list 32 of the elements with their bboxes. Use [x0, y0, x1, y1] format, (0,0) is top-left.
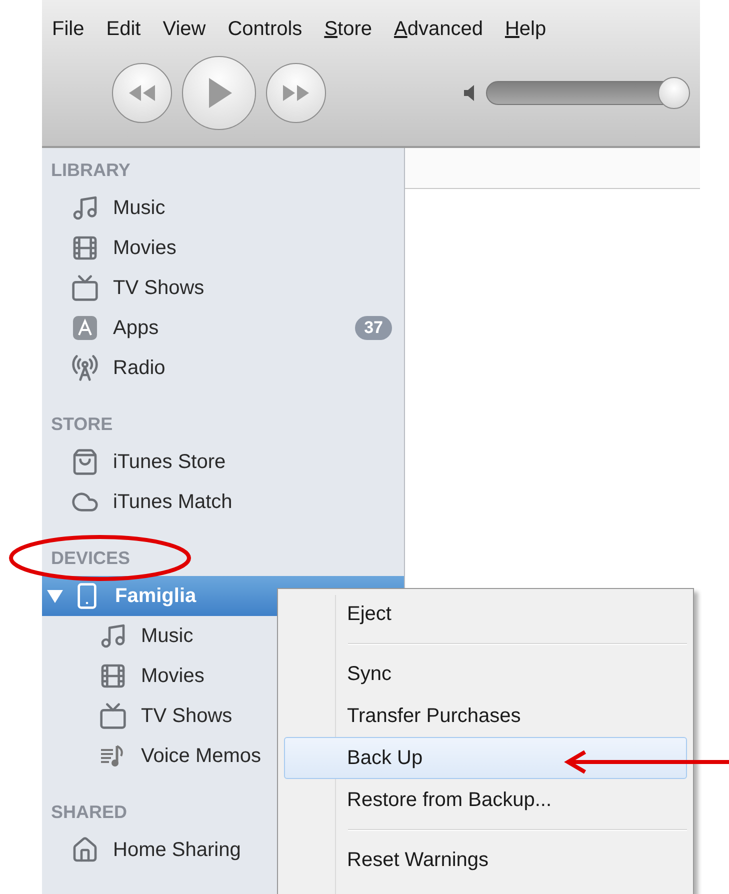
section-heading: DEVICES — [50, 547, 130, 570]
menu-item[interactable]: Store — [324, 18, 372, 40]
app-icon — [70, 314, 100, 342]
sidebar-item[interactable]: TV Shows — [42, 268, 404, 308]
menu-item[interactable]: Controls — [228, 18, 302, 40]
context-menu-item[interactable]: Reset Warnings — [284, 839, 687, 881]
tv-icon — [70, 274, 100, 302]
menu-item[interactable]: Edit — [106, 18, 141, 40]
sidebar-item[interactable]: Movies — [42, 228, 404, 268]
sidebar-item[interactable]: Apps 37 — [42, 308, 404, 348]
sidebar-item[interactable]: Music — [42, 188, 404, 228]
expander-triangle-icon[interactable] — [46, 588, 64, 604]
context-menu-item[interactable]: Restore from Backup... — [284, 779, 687, 821]
rewind-icon — [127, 84, 157, 102]
volume-thumb[interactable] — [658, 77, 690, 109]
context-menu-item[interactable]: Sync — [284, 653, 687, 695]
menu-item[interactable]: Advanced — [394, 18, 483, 40]
menu-item[interactable]: File — [52, 18, 84, 40]
tv-icon — [98, 702, 128, 730]
menu-item[interactable]: View — [162, 18, 206, 40]
radio-tower-icon — [70, 354, 100, 382]
menu-item[interactable]: Help — [504, 18, 546, 40]
sidebar-item[interactable]: iTunes Match — [42, 482, 404, 522]
sidebar-item[interactable]: Radio — [42, 348, 404, 388]
count-badge: 37 — [355, 316, 392, 340]
section-heading: SHARED — [50, 801, 128, 824]
context-menu-item[interactable]: Transfer Purchases — [284, 695, 687, 737]
section-heading: STORE — [50, 413, 113, 436]
fast-forward-icon — [281, 84, 311, 102]
sidebar-item[interactable]: iTunes Store — [42, 442, 404, 482]
context-menu-item[interactable]: Back Up — [284, 737, 687, 779]
section-heading: LIBRARY — [50, 159, 130, 182]
